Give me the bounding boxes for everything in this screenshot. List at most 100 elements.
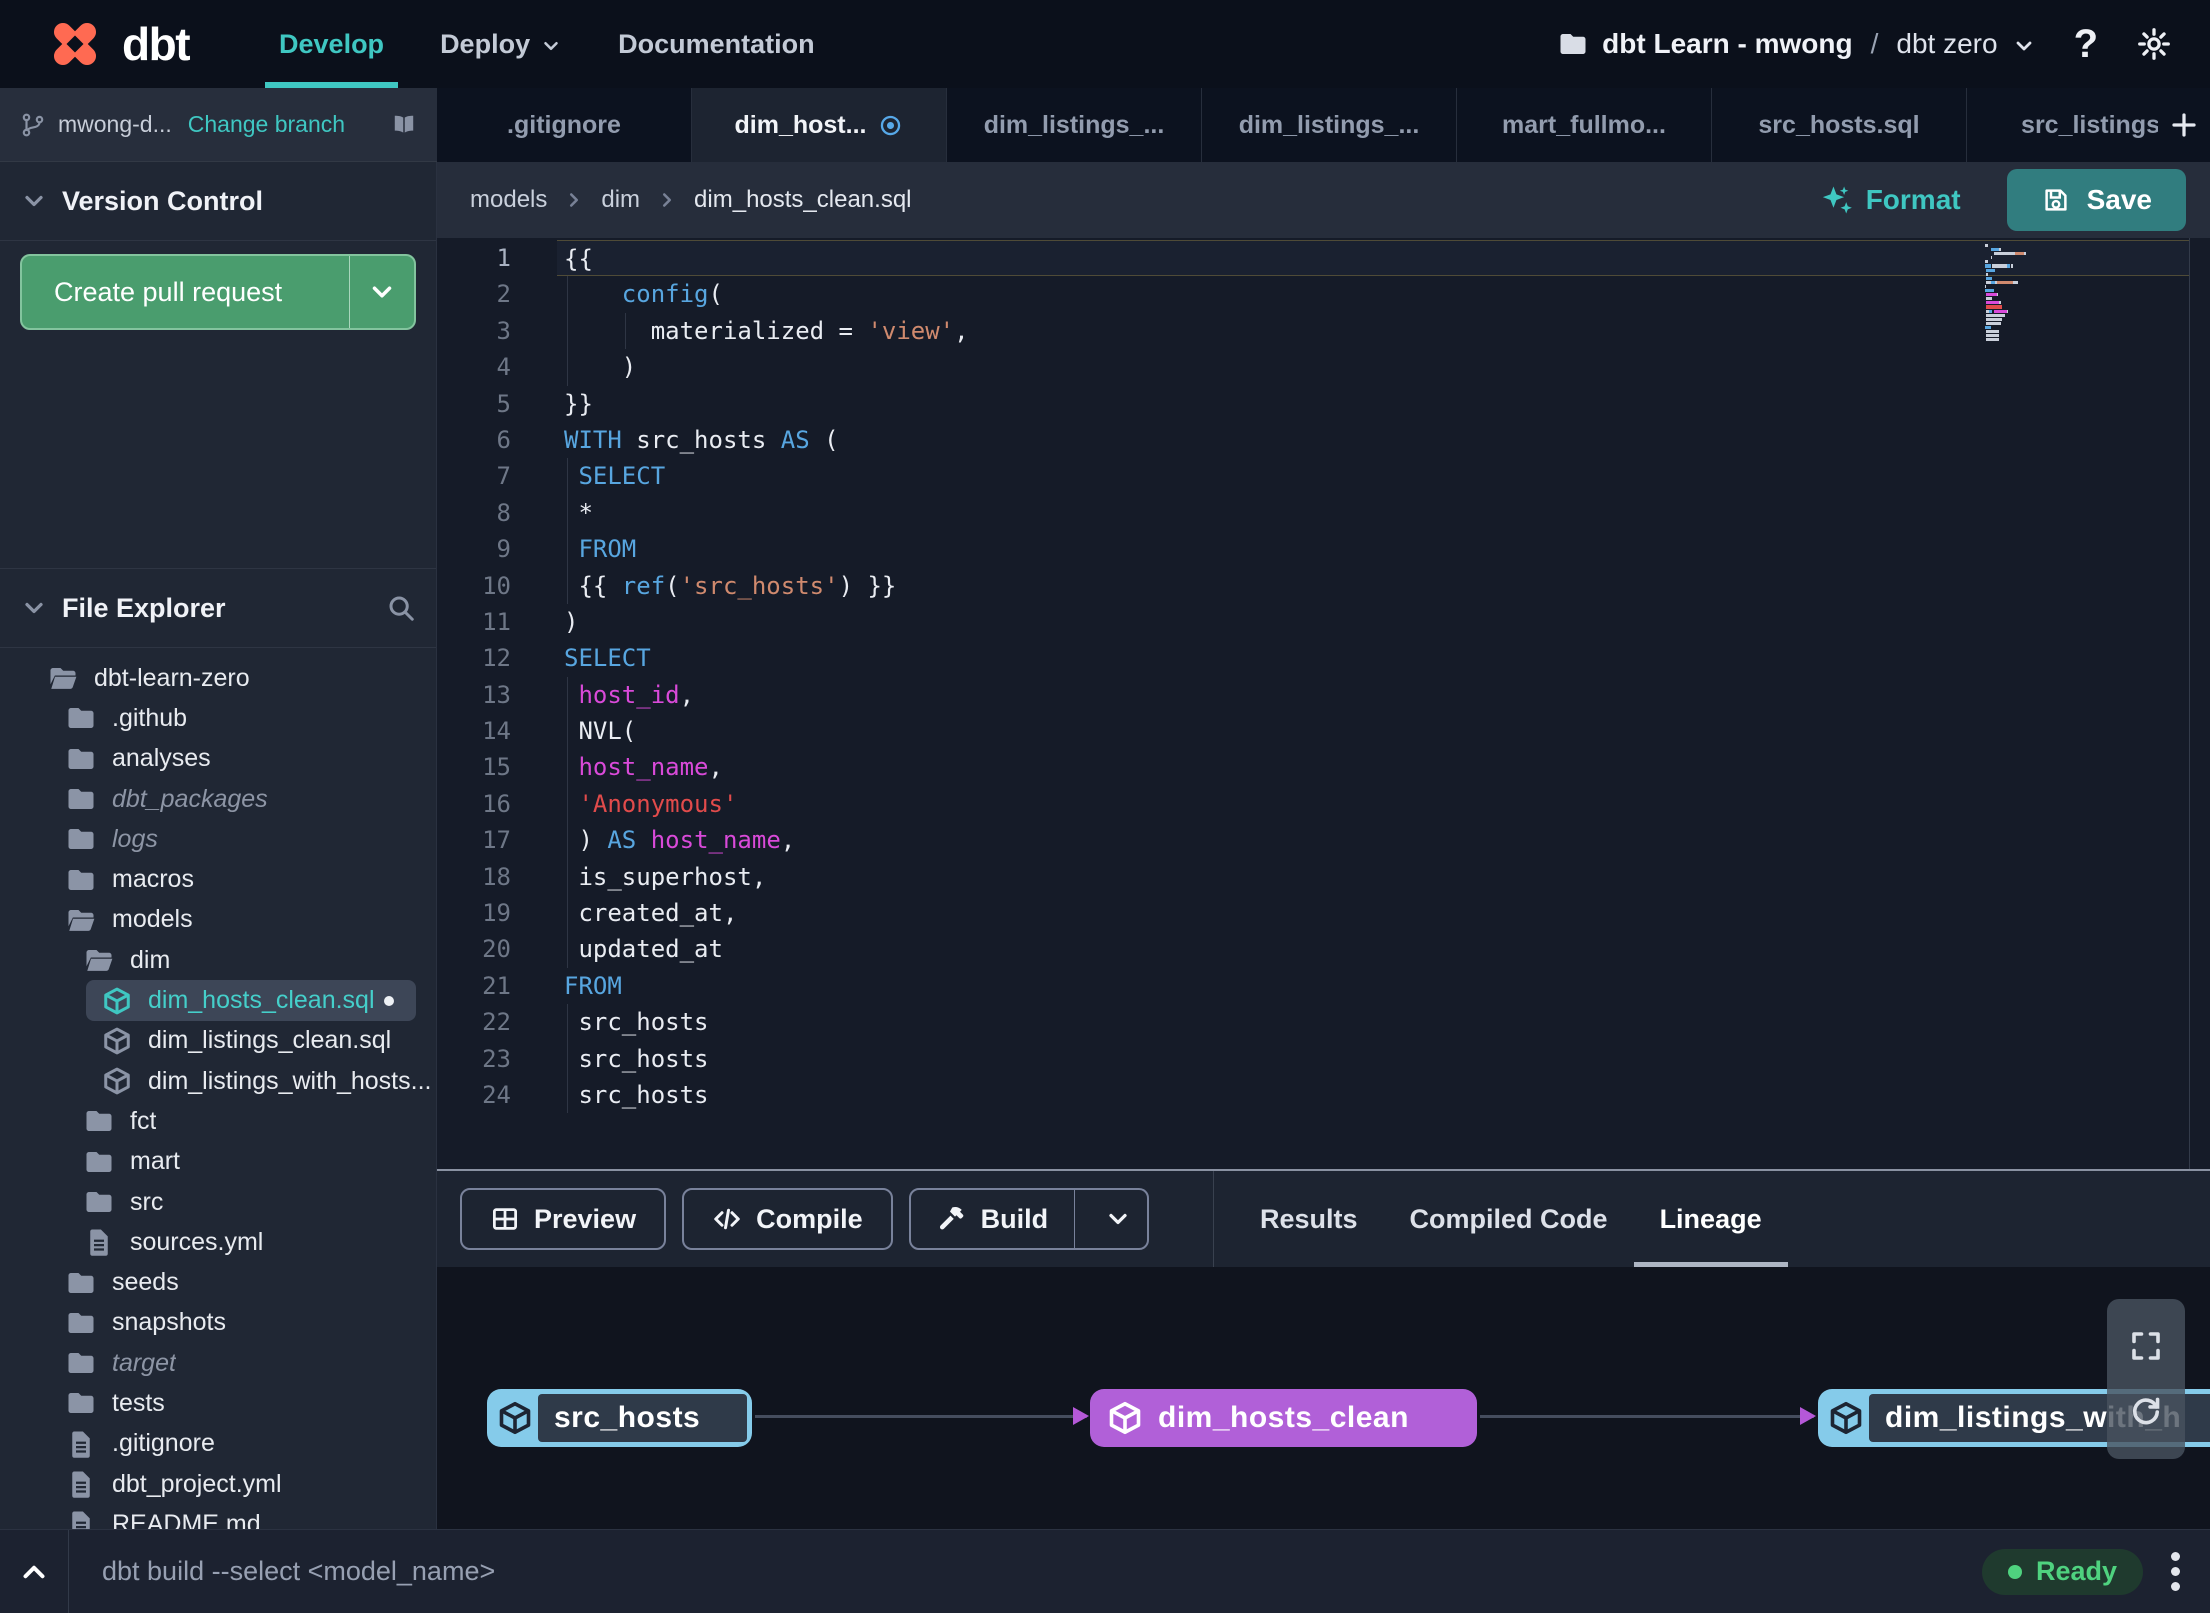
nav-item-documentation[interactable]: Documentation — [590, 0, 843, 88]
tree-item-mart[interactable]: mart — [0, 1142, 436, 1182]
breadcrumb-dim[interactable]: dim — [601, 186, 640, 214]
code-line-21[interactable]: FROM — [557, 968, 2190, 1004]
dbt-logo[interactable]: dbt — [44, 13, 191, 75]
search-icon[interactable] — [386, 593, 416, 623]
project-name[interactable]: dbt Learn - mwong — [1602, 28, 1852, 60]
change-branch-link[interactable]: Change branch — [188, 111, 345, 138]
code-line-7[interactable]: SELECT — [557, 458, 2190, 495]
command-input[interactable]: dbt build --select <model_name> — [102, 1556, 495, 1587]
lineage-canvas[interactable]: src_hosts dim_hosts_clean dim_listings_w… — [437, 1267, 2210, 1529]
file-tab-gitignore[interactable]: .gitignore — [437, 88, 692, 162]
code-line-2[interactable]: config( — [557, 276, 2190, 313]
format-button[interactable]: Format — [1820, 183, 1961, 217]
tree-item-dbt-packages[interactable]: dbt_packages — [0, 779, 436, 819]
tree-item-macros[interactable]: macros — [0, 859, 436, 899]
code-line-22[interactable]: src_hosts — [557, 1004, 2190, 1041]
line-number: 19 — [482, 899, 511, 928]
line-number: 15 — [482, 753, 511, 782]
file-tab-dim-listings[interactable]: dim_listings_... — [1202, 88, 1457, 162]
create-pull-request-button[interactable]: Create pull request — [20, 254, 416, 330]
kebab-menu-icon[interactable] — [2167, 1548, 2184, 1595]
breadcrumb-models[interactable]: models — [470, 186, 547, 214]
line-number: 24 — [482, 1080, 511, 1109]
nav-item-develop[interactable]: Develop — [251, 0, 412, 88]
code-line-23[interactable]: src_hosts — [557, 1040, 2190, 1077]
tree-item-dbt-project-yml[interactable]: dbt_project.yml — [0, 1464, 436, 1504]
tree-item-fct[interactable]: fct — [0, 1101, 436, 1141]
chevron-down-icon[interactable] — [2012, 34, 2036, 58]
editor-minimap[interactable] — [1985, 244, 2047, 342]
lineage-node-src-hosts[interactable]: src_hosts — [487, 1389, 752, 1447]
tree-item-dim-listings-clean-sql[interactable]: dim_listings_clean.sql — [0, 1021, 436, 1061]
tree-item-sources-yml[interactable]: sources.yml — [0, 1222, 436, 1262]
file-tab-dim-listings[interactable]: dim_listings_... — [947, 88, 1202, 162]
tree-item-github[interactable]: .github — [0, 698, 436, 738]
tree-item-target[interactable]: target — [0, 1343, 436, 1383]
pr-dropdown-button[interactable] — [350, 256, 414, 328]
code-line-19[interactable]: created_at, — [557, 895, 2190, 932]
code-line-11[interactable]: ) — [557, 604, 2190, 640]
file-tab-dim-host[interactable]: dim_host... — [692, 88, 947, 162]
lineage-node-dim-hosts-clean[interactable]: dim_hosts_clean — [1090, 1389, 1477, 1447]
build-dropdown-button[interactable] — [1089, 1190, 1147, 1248]
new-tab-button[interactable] — [2158, 88, 2210, 162]
refresh-icon[interactable] — [2128, 1394, 2164, 1430]
gear-icon[interactable] — [2136, 26, 2172, 62]
code-line-8[interactable]: * — [557, 494, 2190, 532]
file-explorer-header[interactable]: File Explorer — [0, 569, 436, 648]
fullscreen-icon[interactable] — [2128, 1328, 2164, 1364]
code-line-16[interactable]: 'Anonymous' — [557, 785, 2190, 823]
build-button[interactable]: Build — [908, 1188, 1150, 1250]
tree-item-dim-listings-with-hosts[interactable]: dim_listings_with_hosts... — [0, 1061, 436, 1101]
tab-compiled-code[interactable]: Compiled Code — [1384, 1171, 1634, 1267]
lineage-edge — [755, 1407, 1089, 1425]
tree-item-readme-md[interactable]: README.md — [0, 1504, 436, 1529]
code-content[interactable]: {{ config( materialized = 'view', )}} WIT… — [557, 240, 2190, 1169]
code-line-10[interactable]: {{ ref('src_hosts') }} — [557, 567, 2190, 604]
folder-icon — [66, 1388, 96, 1418]
docs-book-icon[interactable] — [391, 110, 417, 140]
model-icon — [102, 1026, 132, 1056]
code-line-17[interactable]: ) AS host_name, — [557, 822, 2190, 859]
save-button[interactable]: Save — [2006, 169, 2186, 231]
tab-lineage[interactable]: Lineage — [1633, 1171, 1788, 1267]
code-line-15[interactable]: host_name, — [557, 749, 2190, 786]
environment-selector[interactable]: dbt zero — [1896, 28, 1997, 60]
code-line-24[interactable]: src_hosts — [557, 1076, 2190, 1114]
code-line-5[interactable]: }} — [557, 386, 2190, 422]
tree-item-tests[interactable]: tests — [0, 1383, 436, 1423]
tree-item-dim-hosts-clean-sql[interactable]: dim_hosts_clean.sql — [86, 980, 416, 1021]
tree-item-dbt-learn-zero[interactable]: dbt-learn-zero — [0, 658, 436, 698]
command-bar-expand-button[interactable] — [0, 1555, 68, 1589]
grid-table-icon — [490, 1204, 520, 1234]
hammer-icon — [937, 1204, 967, 1234]
tree-item-logs[interactable]: logs — [0, 819, 436, 859]
tab-results[interactable]: Results — [1234, 1171, 1384, 1267]
code-line-18[interactable]: is_superhost, — [557, 858, 2190, 896]
code-line-13[interactable]: host_id, — [557, 676, 2190, 714]
help-button[interactable]: ? — [2074, 22, 2098, 67]
tree-item-snapshots[interactable]: snapshots — [0, 1303, 436, 1343]
code-line-12[interactable]: SELECT — [557, 640, 2190, 676]
file-tab-src-hosts-sql[interactable]: src_hosts.sql — [1712, 88, 1967, 162]
tree-item-dim[interactable]: dim — [0, 940, 436, 980]
code-editor[interactable]: 1 2 3 4 5 6 7 8 9 10 11 12 13 14 15 16 17 18 19 20 21 22 23 24 … — [437, 238, 2210, 1171]
tree-item-src[interactable]: src — [0, 1182, 436, 1222]
tree-item-models[interactable]: models — [0, 900, 436, 940]
tree-item-analyses[interactable]: analyses — [0, 739, 436, 779]
code-line-1[interactable]: {{ — [557, 240, 2190, 277]
code-line-6[interactable]: WITH src_hosts AS ( — [557, 422, 2190, 458]
code-line-14[interactable]: NVL( — [557, 713, 2190, 750]
code-line-9[interactable]: FROM — [557, 531, 2190, 568]
code-line-3[interactable]: materialized = 'view', — [557, 312, 2190, 350]
code-line-4[interactable]: ) — [557, 349, 2190, 386]
version-control-header[interactable]: Version Control — [0, 162, 436, 241]
code-line-20[interactable]: updated_at — [557, 931, 2190, 968]
tree-item-seeds[interactable]: seeds — [0, 1262, 436, 1302]
compile-button[interactable]: Compile — [682, 1188, 893, 1250]
file-tab-mart-fullmo[interactable]: mart_fullmo... — [1457, 88, 1712, 162]
nav-item-deploy[interactable]: Deploy — [412, 0, 590, 88]
tree-item-gitignore[interactable]: .gitignore — [0, 1424, 436, 1464]
tree-item-label: models — [112, 905, 193, 934]
preview-button[interactable]: Preview — [460, 1188, 667, 1250]
